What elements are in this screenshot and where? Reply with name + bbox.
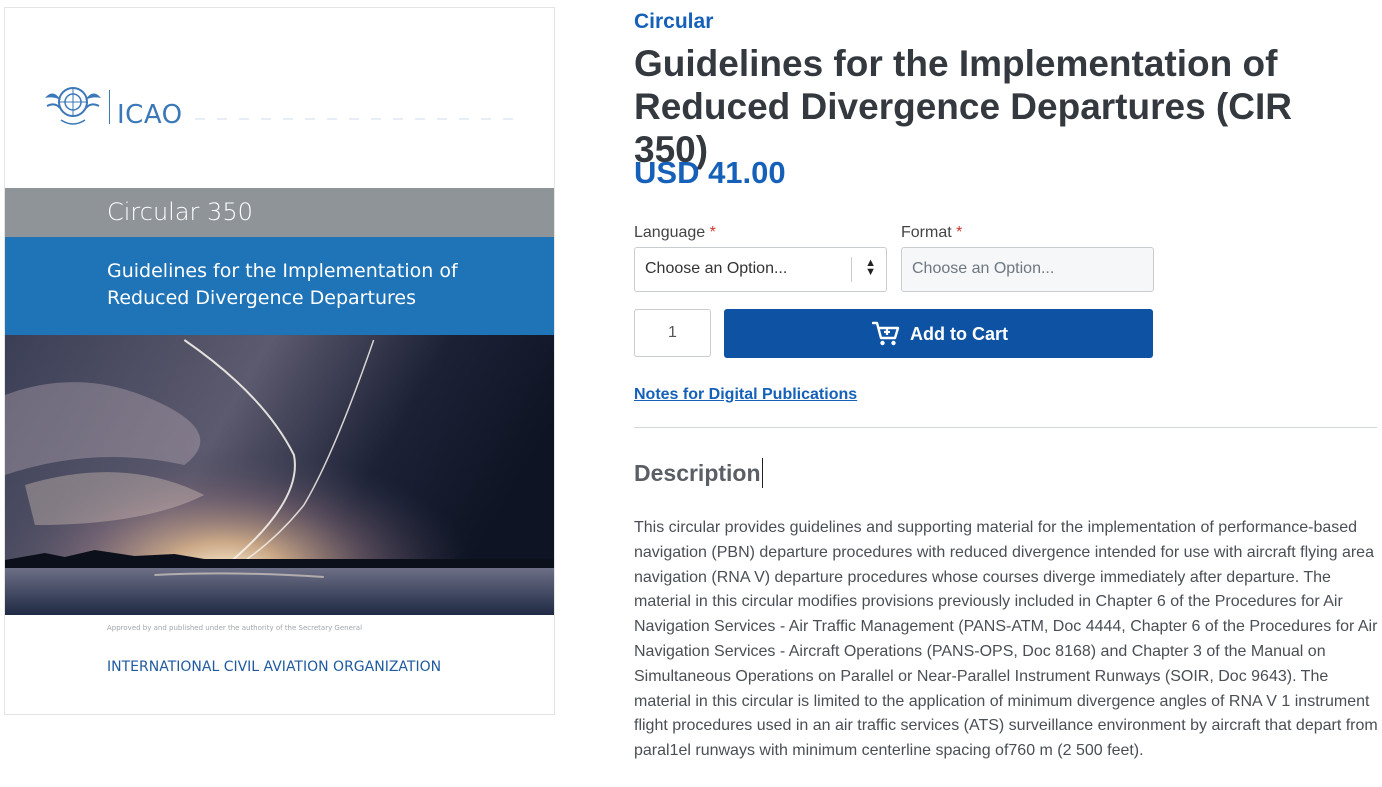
- cover-series-band: Circular 350: [5, 188, 554, 237]
- required-mark: *: [956, 224, 963, 241]
- add-to-cart-button[interactable]: Add to Cart: [724, 309, 1153, 358]
- un-emblem-icon: [45, 87, 101, 125]
- cover-title-band: Guidelines for the Implementation of Red…: [5, 237, 554, 335]
- language-select-value: Choose an Option...: [645, 260, 788, 277]
- decorative-dots: [195, 118, 525, 120]
- cover-title-line2: Reduced Divergence Departures: [107, 287, 416, 309]
- logo-divider: [109, 90, 110, 124]
- product-price: USD 41.00: [634, 155, 786, 190]
- select-divider: [851, 257, 852, 282]
- text-cursor: [762, 458, 763, 488]
- icao-logo: ICAO: [43, 78, 182, 132]
- format-select-placeholder: Choose an Option...: [912, 260, 1055, 277]
- format-select[interactable]: Choose an Option...: [901, 247, 1154, 292]
- language-label: Language *: [634, 224, 716, 242]
- description-text: This circular provides guidelines and su…: [634, 519, 1378, 760]
- product-title: Guidelines for the Implementation of Red…: [634, 43, 1292, 170]
- section-divider: [634, 427, 1377, 428]
- language-select[interactable]: Choose an Option... ▲ ▼: [634, 247, 887, 292]
- format-label: Format *: [901, 224, 962, 242]
- cover-photo-night-sky: [5, 335, 554, 615]
- required-mark: *: [709, 224, 716, 241]
- cover-title-line1: Guidelines for the Implementation of: [107, 260, 458, 282]
- quantity-input[interactable]: 1: [634, 309, 711, 357]
- add-to-cart-label: Add to Cart: [910, 324, 1008, 344]
- up-down-arrows-icon: ▲ ▼: [865, 257, 876, 278]
- icao-wordmark: ICAO: [117, 100, 183, 130]
- cover-approved-text: Approved by and published under the auth…: [107, 624, 363, 632]
- notes-digital-publications-link[interactable]: Notes for Digital Publications: [634, 386, 857, 404]
- cart-icon: [872, 321, 900, 346]
- product-category: Circular: [634, 10, 714, 33]
- cover-organization: INTERNATIONAL CIVIL AVIATION ORGANIZATIO…: [107, 659, 442, 675]
- product-cover-image[interactable]: ICAO Circular 350 Guidelines for the Imp…: [4, 7, 555, 715]
- description-heading: Description: [634, 460, 761, 486]
- cover-series-label: Circular 350: [107, 198, 253, 226]
- format-label-text: Format: [901, 224, 952, 241]
- language-label-text: Language: [634, 224, 706, 241]
